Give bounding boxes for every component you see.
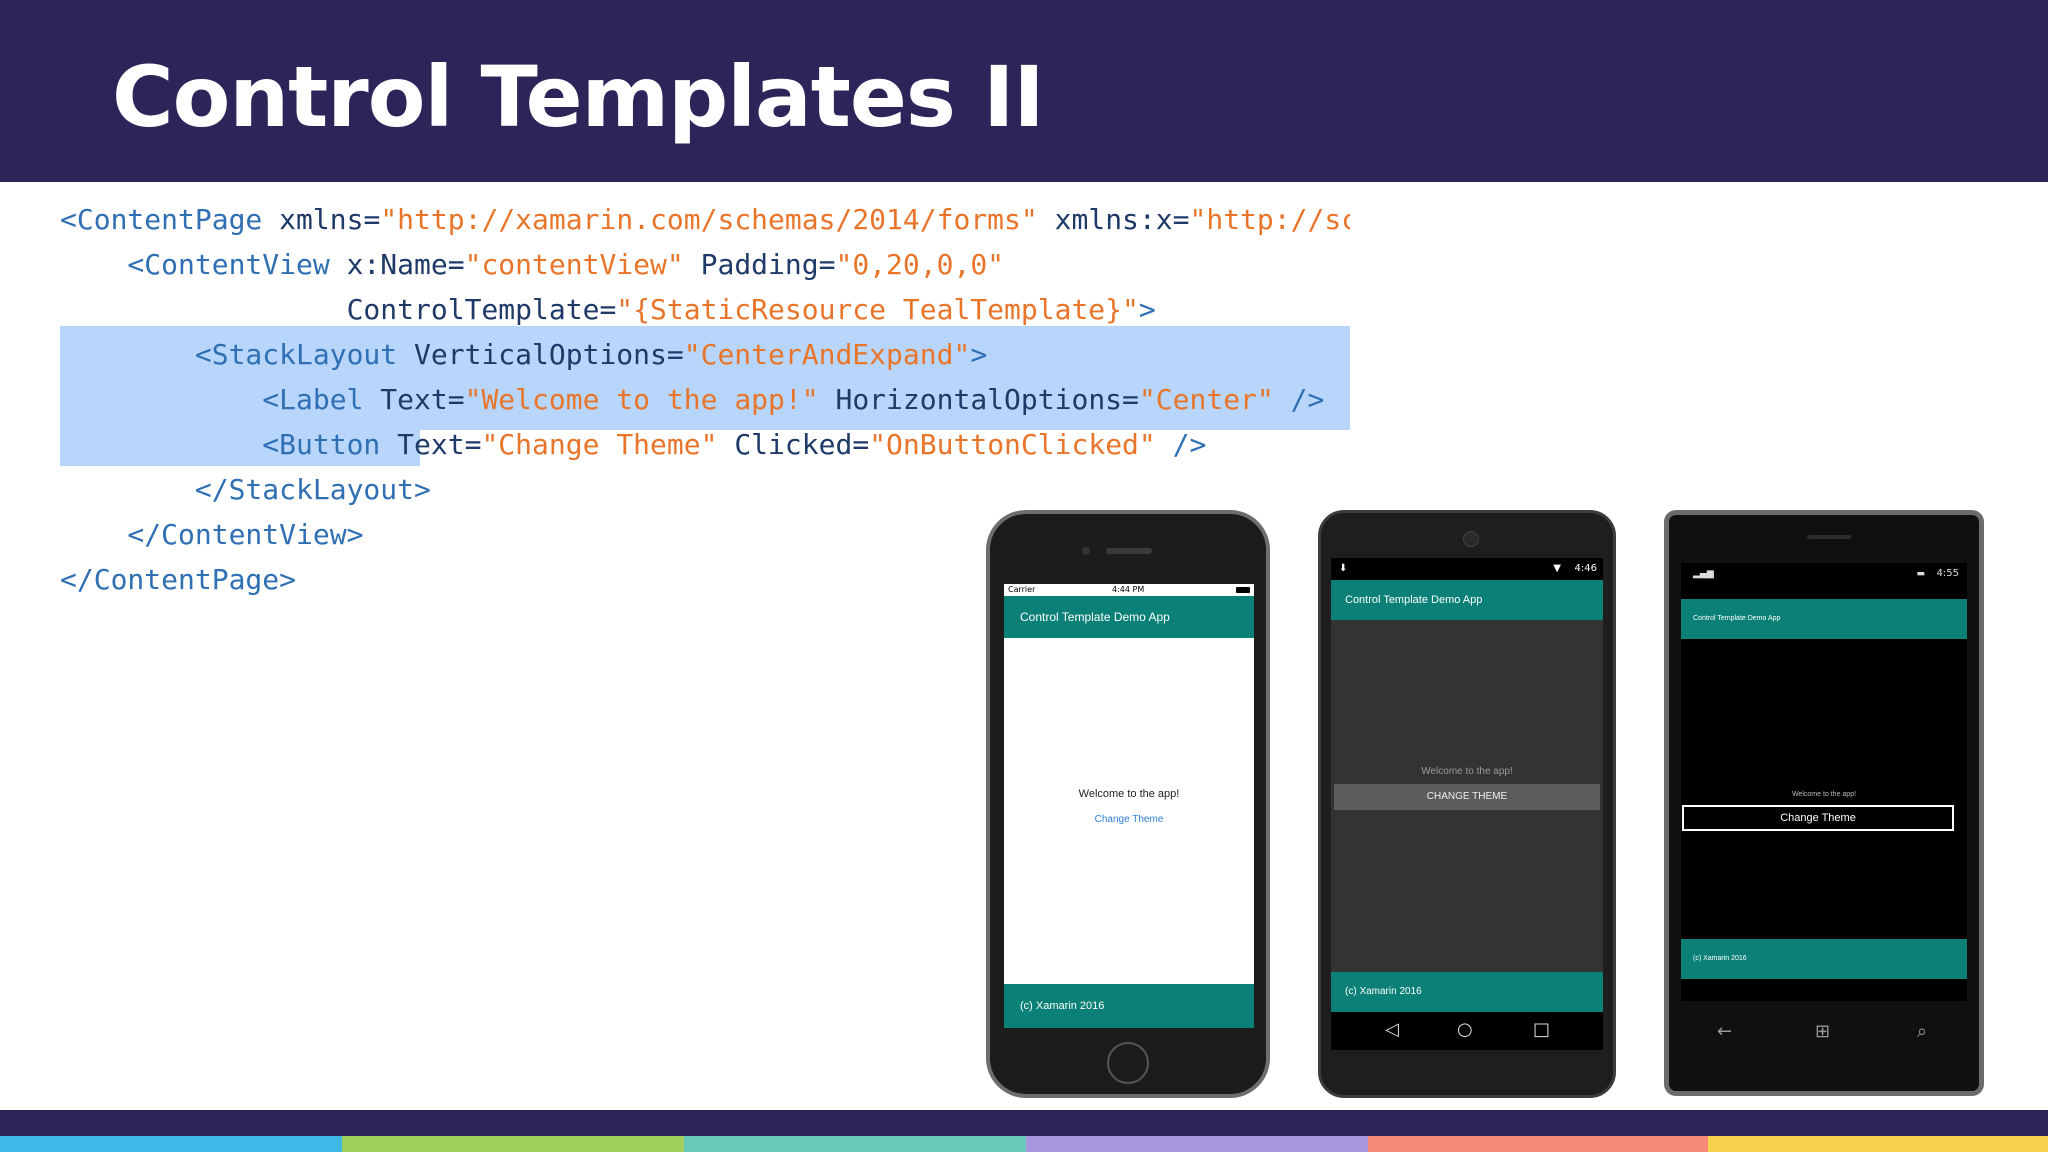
android-welcome-label: Welcome to the app! bbox=[1421, 766, 1513, 777]
windows-status-bar: ▂▄▆ ▬ 4:55 bbox=[1681, 563, 1967, 585]
code-line: <StackLayout VerticalOptions="CenterAndE… bbox=[60, 333, 1350, 377]
android-change-theme-button[interactable]: CHANGE THEME bbox=[1334, 784, 1600, 810]
code-line: <Button Text="Change Theme" Clicked="OnB… bbox=[60, 423, 1350, 467]
code-token: "CenterAndExpand" bbox=[683, 338, 971, 371]
code-line: ControlTemplate="{StaticResource TealTem… bbox=[60, 288, 1350, 332]
code-line: <ContentPage xmlns="http://xamarin.com/s… bbox=[60, 198, 1350, 242]
code-line: </StackLayout> bbox=[60, 468, 1350, 512]
code-token: Padding= bbox=[683, 248, 836, 281]
android-time: 4:46 bbox=[1574, 563, 1597, 574]
code-token: > bbox=[1138, 293, 1156, 326]
code-token: <StackLayout bbox=[60, 338, 415, 371]
code-token: Text= bbox=[397, 428, 482, 461]
wifi-icon: ▼ bbox=[1553, 563, 1561, 574]
code-token: <ContentPage bbox=[60, 203, 280, 236]
code-token: > bbox=[970, 338, 988, 371]
color-stripe bbox=[1026, 1136, 1368, 1152]
code-token: <Button bbox=[60, 428, 398, 461]
code-token: "contentView" bbox=[464, 248, 684, 281]
code-token: xmlns:x= bbox=[1037, 203, 1190, 236]
windows-screen: ▂▄▆ ▬ 4:55 Control Template Demo App Wel… bbox=[1681, 563, 1967, 1001]
windows-app-bar: Control Template Demo App bbox=[1681, 599, 1967, 639]
recents-icon[interactable]: □ bbox=[1533, 1020, 1550, 1040]
ios-welcome-label: Welcome to the app! bbox=[1078, 788, 1180, 800]
android-nav-bar: ◁ ○ □ bbox=[1331, 1012, 1603, 1050]
code-token: xmlns= bbox=[279, 203, 381, 236]
title-bar: Control Templates II bbox=[0, 0, 2048, 182]
back-arrow-icon[interactable]: ← bbox=[1717, 1021, 1732, 1042]
camera-icon bbox=[1463, 531, 1479, 547]
ios-time: 4:44 PM bbox=[1112, 585, 1145, 594]
battery-icon: ▬ bbox=[1916, 569, 1925, 579]
windows-nav-bar: ← ⊞ ⌕ bbox=[1681, 1011, 1967, 1057]
speaker-grille bbox=[1807, 535, 1851, 539]
code-token: "http://sche bbox=[1189, 203, 1350, 236]
code-token: /> bbox=[1155, 428, 1207, 461]
code-token: </ContentPage> bbox=[60, 563, 297, 596]
ios-change-theme-button[interactable]: Change Theme bbox=[1004, 814, 1254, 825]
speaker-grille bbox=[1106, 548, 1152, 554]
code-token: VerticalOptions= bbox=[414, 338, 684, 371]
code-token: "0,20,0,0" bbox=[835, 248, 1005, 281]
signal-icon: ▂▄▆ bbox=[1693, 569, 1714, 579]
ios-screen: Carrier 4:44 PM Control Template Demo Ap… bbox=[1004, 584, 1254, 1028]
code-token: "Welcome to the app!" bbox=[464, 383, 819, 416]
code-token: </StackLayout> bbox=[60, 473, 431, 506]
home-button[interactable] bbox=[1107, 1042, 1149, 1084]
code-token: "OnButtonClicked" bbox=[869, 428, 1156, 461]
windows-time: 4:55 bbox=[1936, 568, 1959, 579]
android-status-bar: ⬇ ▼ 4:46 bbox=[1331, 558, 1603, 580]
code-token: <ContentView bbox=[60, 248, 347, 281]
color-stripe bbox=[342, 1136, 684, 1152]
color-stripe bbox=[0, 1136, 342, 1152]
code-token: <Label bbox=[60, 383, 381, 416]
code-token: Clicked= bbox=[717, 428, 870, 461]
iphone-device: Carrier 4:44 PM Control Template Demo Ap… bbox=[986, 510, 1270, 1098]
ios-app-bar: Control Template Demo App bbox=[1004, 596, 1254, 638]
battery-icon bbox=[1236, 587, 1250, 593]
code-token: "Change Theme" bbox=[481, 428, 718, 461]
search-icon[interactable]: ⌕ bbox=[1917, 1021, 1927, 1042]
code-line: <Label Text="Welcome to the app!" Horizo… bbox=[60, 378, 1350, 422]
android-app-bar: Control Template Demo App bbox=[1331, 580, 1603, 620]
windows-start-icon[interactable]: ⊞ bbox=[1815, 1021, 1830, 1042]
code-token: ControlTemplate= bbox=[60, 293, 617, 326]
code-token: "Center" bbox=[1138, 383, 1274, 416]
ios-carrier: Carrier bbox=[1008, 585, 1036, 594]
code-token: /> bbox=[1273, 383, 1325, 416]
windows-phone-device: ▂▄▆ ▬ 4:55 Control Template Demo App Wel… bbox=[1664, 510, 1984, 1096]
color-stripe bbox=[1368, 1136, 1708, 1152]
code-token: "{StaticResource TealTemplate}" bbox=[616, 293, 1139, 326]
code-token: Text= bbox=[380, 383, 465, 416]
code-token: x:Name= bbox=[346, 248, 465, 281]
windows-footer: (c) Xamarin 2016 bbox=[1681, 939, 1967, 979]
ios-footer: (c) Xamarin 2016 bbox=[1004, 984, 1254, 1028]
ios-status-bar: Carrier 4:44 PM bbox=[1004, 584, 1254, 596]
windows-welcome-label: Welcome to the app! bbox=[1791, 791, 1857, 798]
code-token: "http://xamarin.com/schemas/2014/forms" bbox=[380, 203, 1038, 236]
footer-bar bbox=[0, 1110, 2048, 1136]
slide-title: Control Templates II bbox=[112, 48, 1045, 146]
back-icon[interactable]: ◁ bbox=[1385, 1020, 1399, 1040]
color-stripe bbox=[684, 1136, 1026, 1152]
home-icon[interactable]: ○ bbox=[1457, 1020, 1473, 1040]
android-screen: ⬇ ▼ 4:46 Control Template Demo App Welco… bbox=[1331, 558, 1603, 1050]
android-device: ⬇ ▼ 4:46 Control Template Demo App Welco… bbox=[1318, 510, 1616, 1098]
camera-icon bbox=[1082, 547, 1090, 555]
code-token: </ContentView> bbox=[60, 518, 364, 551]
color-stripe bbox=[1708, 1136, 2048, 1152]
code-token: HorizontalOptions= bbox=[818, 383, 1139, 416]
android-footer: (c) Xamarin 2016 bbox=[1331, 972, 1603, 1012]
code-line: <ContentView x:Name="contentView" Paddin… bbox=[60, 243, 1350, 287]
windows-change-theme-button[interactable]: Change Theme bbox=[1682, 805, 1954, 831]
download-icon: ⬇ bbox=[1339, 563, 1348, 574]
